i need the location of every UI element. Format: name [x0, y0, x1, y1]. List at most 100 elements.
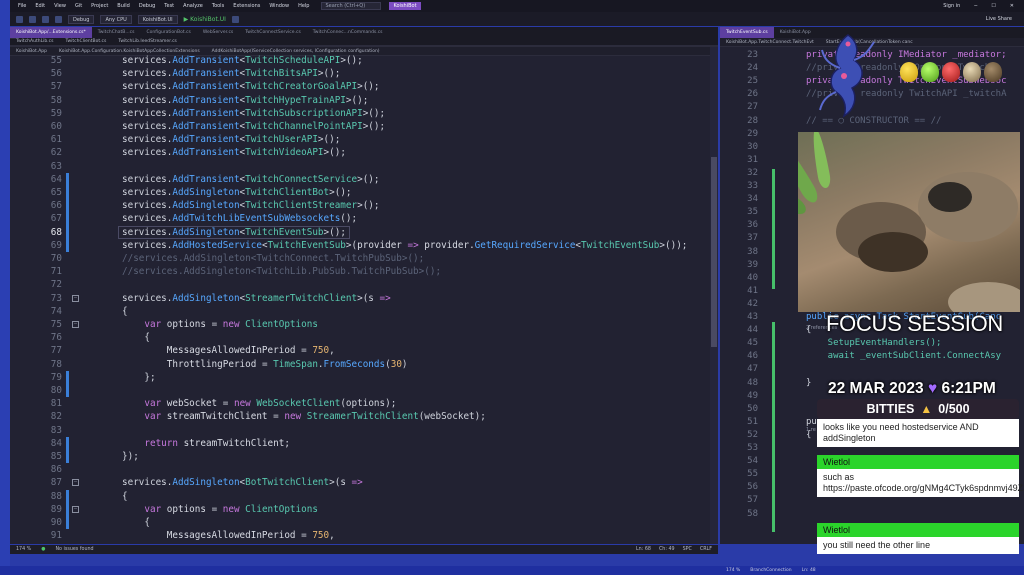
code-token: services.	[122, 187, 173, 198]
line-number: Ln: 68	[635, 547, 651, 552]
fold-toggle-icon[interactable]: −	[72, 294, 79, 302]
editor-tab[interactable]: ConfigurationBot.cs	[141, 27, 197, 38]
code-token: =	[211, 319, 223, 330]
code-line: 74 {	[10, 305, 710, 318]
fold-toggle-icon[interactable]: −	[72, 321, 79, 328]
code-line: 66 services.AddSingleton<TwitchClientStre…	[10, 199, 710, 212]
back-icon[interactable]	[16, 15, 23, 23]
lizard-mascot-icon	[819, 34, 875, 118]
editor-tab-row2[interactable]: TwitchAuthLib.cs	[16, 39, 53, 44]
maximize-icon[interactable]: ☐	[991, 3, 995, 9]
code-token: TwitchEventSub	[581, 239, 660, 251]
cam-sand	[948, 282, 1020, 312]
right-zoom-level[interactable]: 174 %	[726, 568, 740, 573]
menu-item-edit[interactable]: Edit	[35, 3, 45, 9]
column-number: Ch: 49	[658, 547, 675, 552]
line-number: 49	[747, 390, 758, 401]
search-box[interactable]: Search (Ctrl+Q)	[321, 2, 382, 10]
menu-item-view[interactable]: View	[54, 3, 66, 9]
zoom-level[interactable]: 174 %	[16, 547, 31, 552]
line-number: 41	[747, 285, 758, 296]
code-text: services.AddTransient<TwitchUserAPI>();	[122, 133, 340, 146]
nav-dropdown[interactable]: AddKoishiBotApp(IServiceCollection servi…	[212, 49, 380, 54]
code-line: 57 services.AddTransient<TwitchCreatorGoa…	[10, 80, 710, 93]
code-line: 81 var webSocket = new WebSocketClient(o…	[10, 397, 710, 410]
webcam-feed	[798, 132, 1020, 312]
editor-tab[interactable]: WebServer.cs	[197, 27, 239, 38]
code-line: 63	[10, 160, 710, 173]
editor-tab-right[interactable]: KoishiBot.App	[774, 27, 817, 38]
code-text: });	[122, 450, 139, 463]
code-token: return	[122, 437, 184, 449]
menu-item-tools[interactable]: Tools	[212, 3, 224, 9]
sign-in-link[interactable]: Sign in	[943, 3, 960, 9]
menu-item-window[interactable]: Window	[269, 3, 289, 9]
menu-item-project[interactable]: Project	[91, 3, 108, 9]
editor-tab[interactable]: TwitchConnec...nCommands.cs	[307, 27, 389, 38]
live-share-button[interactable]: Live Share	[986, 16, 1012, 22]
code-token: AddTransient	[172, 68, 240, 80]
run-button[interactable]: ▶ KoishiBot.UI	[184, 16, 226, 23]
menu-item-test[interactable]: Test	[164, 3, 174, 9]
line-number: 40	[747, 272, 758, 283]
code-token: TwitchHypeTrainAPI	[245, 94, 346, 106]
fold-toggle-icon[interactable]: −	[72, 505, 79, 513]
save-icon[interactable]	[42, 15, 49, 23]
code-text: services.AddSingleton<BotTwitchClient>(s…	[122, 476, 363, 489]
code-line: 72	[10, 278, 710, 291]
line-number: 75	[50, 319, 62, 330]
hot-reload-icon[interactable]	[231, 15, 239, 23]
menu-item-file[interactable]: File	[18, 3, 26, 9]
vertical-scrollbar[interactable]	[710, 47, 718, 544]
forward-icon[interactable]	[29, 15, 36, 23]
code-token: {	[122, 517, 150, 528]
left-tab-strip-2: TwitchAuthLib.cs TwitchClientBot.cs Twitch…	[10, 38, 718, 46]
code-token: TwitchCreatorGoalAPI	[245, 81, 358, 93]
editor-tab[interactable]: KoishiBot.App/...Extensions.cs*	[10, 27, 92, 38]
code-editor-left[interactable]: KoishiBot.App KoishiBot.App.Configuration…	[10, 47, 718, 544]
nav-dropdown[interactable]: KoishiBot.App.TwitchConnect.TwitchEvt	[726, 40, 814, 45]
code-token: >();	[357, 200, 380, 212]
menu-item-help[interactable]: Help	[298, 3, 309, 9]
right-branch-status[interactable]: BranchConnection	[750, 568, 791, 573]
menu-item-build[interactable]: Build	[117, 3, 130, 9]
menu-item-analyze[interactable]: Analyze	[183, 3, 203, 9]
whitespace-mode[interactable]: SPC	[683, 547, 692, 552]
code-token: MessagesAllowedInPeriod	[122, 345, 302, 357]
code-line: 83	[10, 424, 710, 437]
nav-dropdown[interactable]: KoishiBot.App.Configuration.KoishiBotApp…	[59, 49, 200, 54]
code-text: var webSocket = new WebSocketClient(opti…	[122, 397, 396, 410]
code-text: MessagesAllowedInPeriod = 750,	[122, 344, 335, 357]
editor-tab[interactable]: TwitchConnectService.cs	[239, 27, 307, 38]
undo-icon[interactable]	[55, 15, 62, 23]
stream-frame-left	[0, 0, 10, 575]
menu-item-debug[interactable]: Debug	[139, 3, 155, 9]
platform-select[interactable]: Any CPU	[100, 14, 132, 24]
fold-toggle-icon[interactable]: −	[72, 479, 79, 487]
line-number: 56	[747, 482, 758, 493]
code-text: services.AddTwitchLibEventSubWebsockets(…	[122, 212, 357, 225]
line-number: 33	[747, 181, 758, 191]
code-line: 76 {	[10, 331, 710, 344]
editor-tab-row2[interactable]: TwitchClientBot.cs	[65, 39, 106, 44]
chat-username: Wietlol	[817, 455, 1019, 469]
chat-text: such as https://paste.ofcode.org/gNMg4CT…	[817, 469, 1024, 497]
menu-item-git[interactable]: Git	[75, 3, 82, 9]
editor-tab-row2[interactable]: TwitchLib.IeedStreamer.cs	[118, 39, 177, 44]
code-token: AddTransient	[172, 147, 240, 159]
code-line: 46 await _eventSubClient.ConnectAsy	[720, 350, 1024, 363]
config-select[interactable]: Debug	[68, 14, 95, 24]
editor-tab[interactable]: TwitchChatB...cs	[92, 27, 141, 38]
line-ending[interactable]: CRLF	[700, 547, 712, 552]
minimize-icon[interactable]: ─	[974, 3, 977, 9]
scrollbar-thumb[interactable]	[711, 157, 717, 347]
issues-status[interactable]: No issues found	[55, 547, 93, 552]
code-text: services.AddTransient<TwitchVideoAPI>();	[122, 146, 346, 159]
project-select[interactable]: KoishiBot.UI	[137, 14, 178, 24]
close-icon[interactable]: ✕	[1010, 3, 1014, 9]
heart-icon: ♥	[927, 380, 938, 397]
menu-item-extensions[interactable]: Extensions	[233, 3, 260, 9]
editor-tab-right[interactable]: TwitchEventSub.cs	[720, 27, 774, 38]
code-token: =	[301, 530, 313, 542]
nav-dropdown[interactable]: KoishiBot.App	[16, 49, 47, 54]
